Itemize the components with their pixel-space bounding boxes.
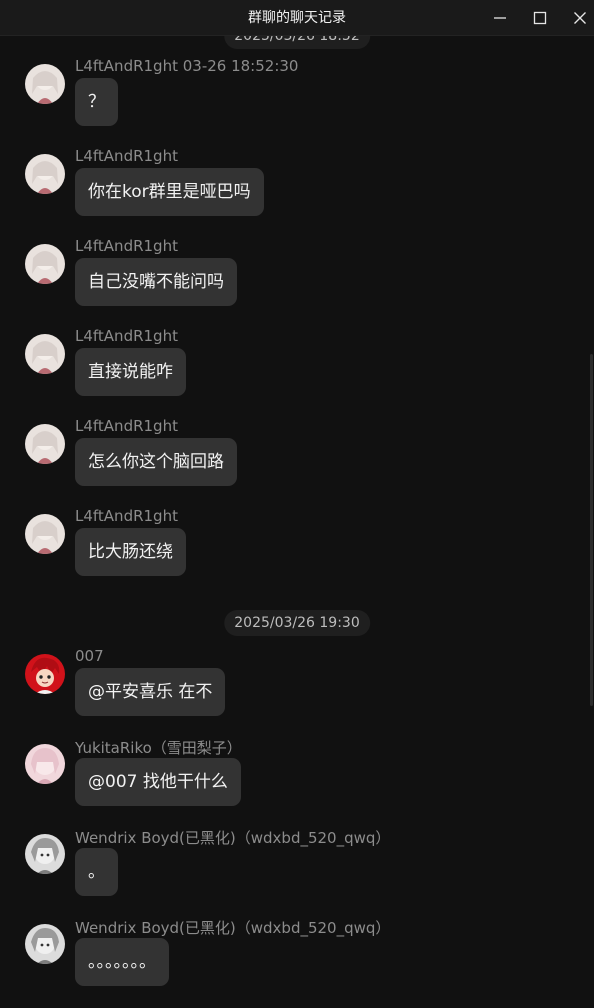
- title-bar: 群聊的聊天记录: [0, 0, 594, 36]
- maximize-button[interactable]: [520, 0, 560, 36]
- message-item: Wendrix Boyd(已黑化)（wdxbd_520_qwq） 。。。。。。。: [0, 919, 594, 1008]
- sender-name: L4ftAndR1ght 03-26 18:52:30: [75, 57, 299, 75]
- message-list[interactable]: 2025/03/26 18:52 L4ftAndR1ght 03-26 18:5…: [0, 36, 594, 1008]
- message-bubble[interactable]: 你在kor群里是哑巴吗: [75, 168, 264, 216]
- maximize-icon: [533, 11, 547, 25]
- message-bubble[interactable]: 直接说能咋: [75, 348, 186, 396]
- close-button[interactable]: [560, 0, 594, 36]
- message-bubble[interactable]: 比大肠还绕: [75, 528, 186, 576]
- avatar[interactable]: [25, 514, 65, 554]
- avatar[interactable]: [25, 924, 65, 964]
- avatar[interactable]: [25, 334, 65, 374]
- minimize-button[interactable]: [480, 0, 520, 36]
- sender-name: YukitaRiko（雪田梨子）: [75, 739, 242, 757]
- sender-name: L4ftAndR1ght: [75, 507, 178, 525]
- message-item: L4ftAndR1ght 03-26 18:52:30 ？: [0, 57, 594, 154]
- chat-history-window: 群聊的聊天记录 2025/03/26 18:52 L4ftAndR1ght 03: [0, 0, 594, 1008]
- close-icon: [574, 12, 586, 24]
- time-separator: 2025/03/26 18:52: [224, 36, 370, 49]
- sender-name: L4ftAndR1ght: [75, 327, 178, 345]
- message-item: L4ftAndR1ght 怎么你这个脑回路: [0, 417, 594, 514]
- message-bubble[interactable]: @007 找他干什么: [75, 758, 241, 806]
- avatar[interactable]: [25, 424, 65, 464]
- message-item: 007 @平安喜乐 在不: [0, 647, 594, 744]
- avatar[interactable]: [25, 154, 65, 194]
- avatar[interactable]: [25, 64, 65, 104]
- sender-name: L4ftAndR1ght: [75, 147, 178, 165]
- message-bubble[interactable]: 。。。。。。。: [75, 938, 169, 986]
- sender-name: Wendrix Boyd(已黑化)（wdxbd_520_qwq）: [75, 919, 391, 937]
- scrollbar-thumb[interactable]: [590, 354, 593, 706]
- sender-name: L4ftAndR1ght: [75, 417, 178, 435]
- message-item: L4ftAndR1ght 自己没嘴不能问吗: [0, 237, 594, 334]
- message-item: L4ftAndR1ght 直接说能咋: [0, 327, 594, 424]
- message-item: Wendrix Boyd(已黑化)（wdxbd_520_qwq） 。: [0, 829, 594, 924]
- message-bubble[interactable]: 自己没嘴不能问吗: [75, 258, 237, 306]
- time-separator: 2025/03/26 19:30: [224, 610, 370, 636]
- sender-name: L4ftAndR1ght: [75, 237, 178, 255]
- avatar[interactable]: [25, 244, 65, 284]
- message-item: YukitaRiko（雪田梨子） @007 找他干什么: [0, 739, 594, 834]
- message-bubble[interactable]: ？: [75, 78, 118, 126]
- message-item: L4ftAndR1ght 比大肠还绕: [0, 507, 594, 604]
- message-item: L4ftAndR1ght 你在kor群里是哑巴吗: [0, 147, 594, 244]
- minimize-icon: [494, 17, 506, 19]
- avatar[interactable]: [25, 834, 65, 874]
- avatar[interactable]: [25, 654, 65, 694]
- sender-name: Wendrix Boyd(已黑化)（wdxbd_520_qwq）: [75, 829, 391, 847]
- sender-name: 007: [75, 647, 104, 665]
- message-bubble[interactable]: @平安喜乐 在不: [75, 668, 226, 716]
- avatar[interactable]: [25, 744, 65, 784]
- message-bubble[interactable]: 怎么你这个脑回路: [75, 438, 237, 486]
- message-bubble[interactable]: 。: [75, 848, 118, 896]
